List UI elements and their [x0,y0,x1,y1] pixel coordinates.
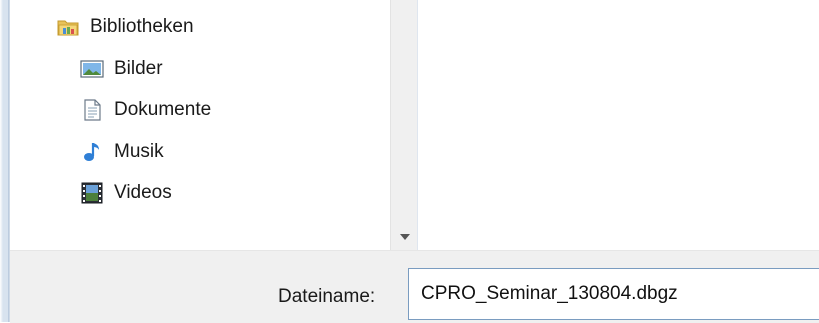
nav-item-videos[interactable]: Videos [80,176,172,210]
scroll-down-button[interactable] [391,230,418,244]
filename-input[interactable] [408,268,819,320]
nav-item-libraries[interactable]: Bibliotheken [56,10,194,44]
music-icon [80,140,104,164]
nav-item-label: Musik [114,141,164,162]
filename-label: Dateiname: [278,286,376,307]
nav-item-label: Dokumente [114,99,212,120]
nav-item-label: Bilder [114,58,163,79]
videos-icon [80,181,104,205]
documents-icon [80,98,104,122]
nav-item-music[interactable]: Musik [80,135,164,169]
nav-item-documents[interactable]: Dokumente [80,93,211,127]
file-list-pane[interactable] [417,0,819,250]
pictures-icon [80,57,104,81]
nav-item-label: Videos [114,182,172,203]
nav-item-label: Bibliotheken [90,16,194,37]
window-frame-left [0,0,10,322]
nav-item-pictures[interactable]: Bilder [80,52,163,86]
navigation-pane[interactable]: Bibliotheken Bilder Dokumente Musik Vide… [10,0,390,250]
navigation-scrollbar[interactable] [390,0,418,250]
libraries-icon [56,15,80,39]
chevron-down-icon [399,234,410,240]
